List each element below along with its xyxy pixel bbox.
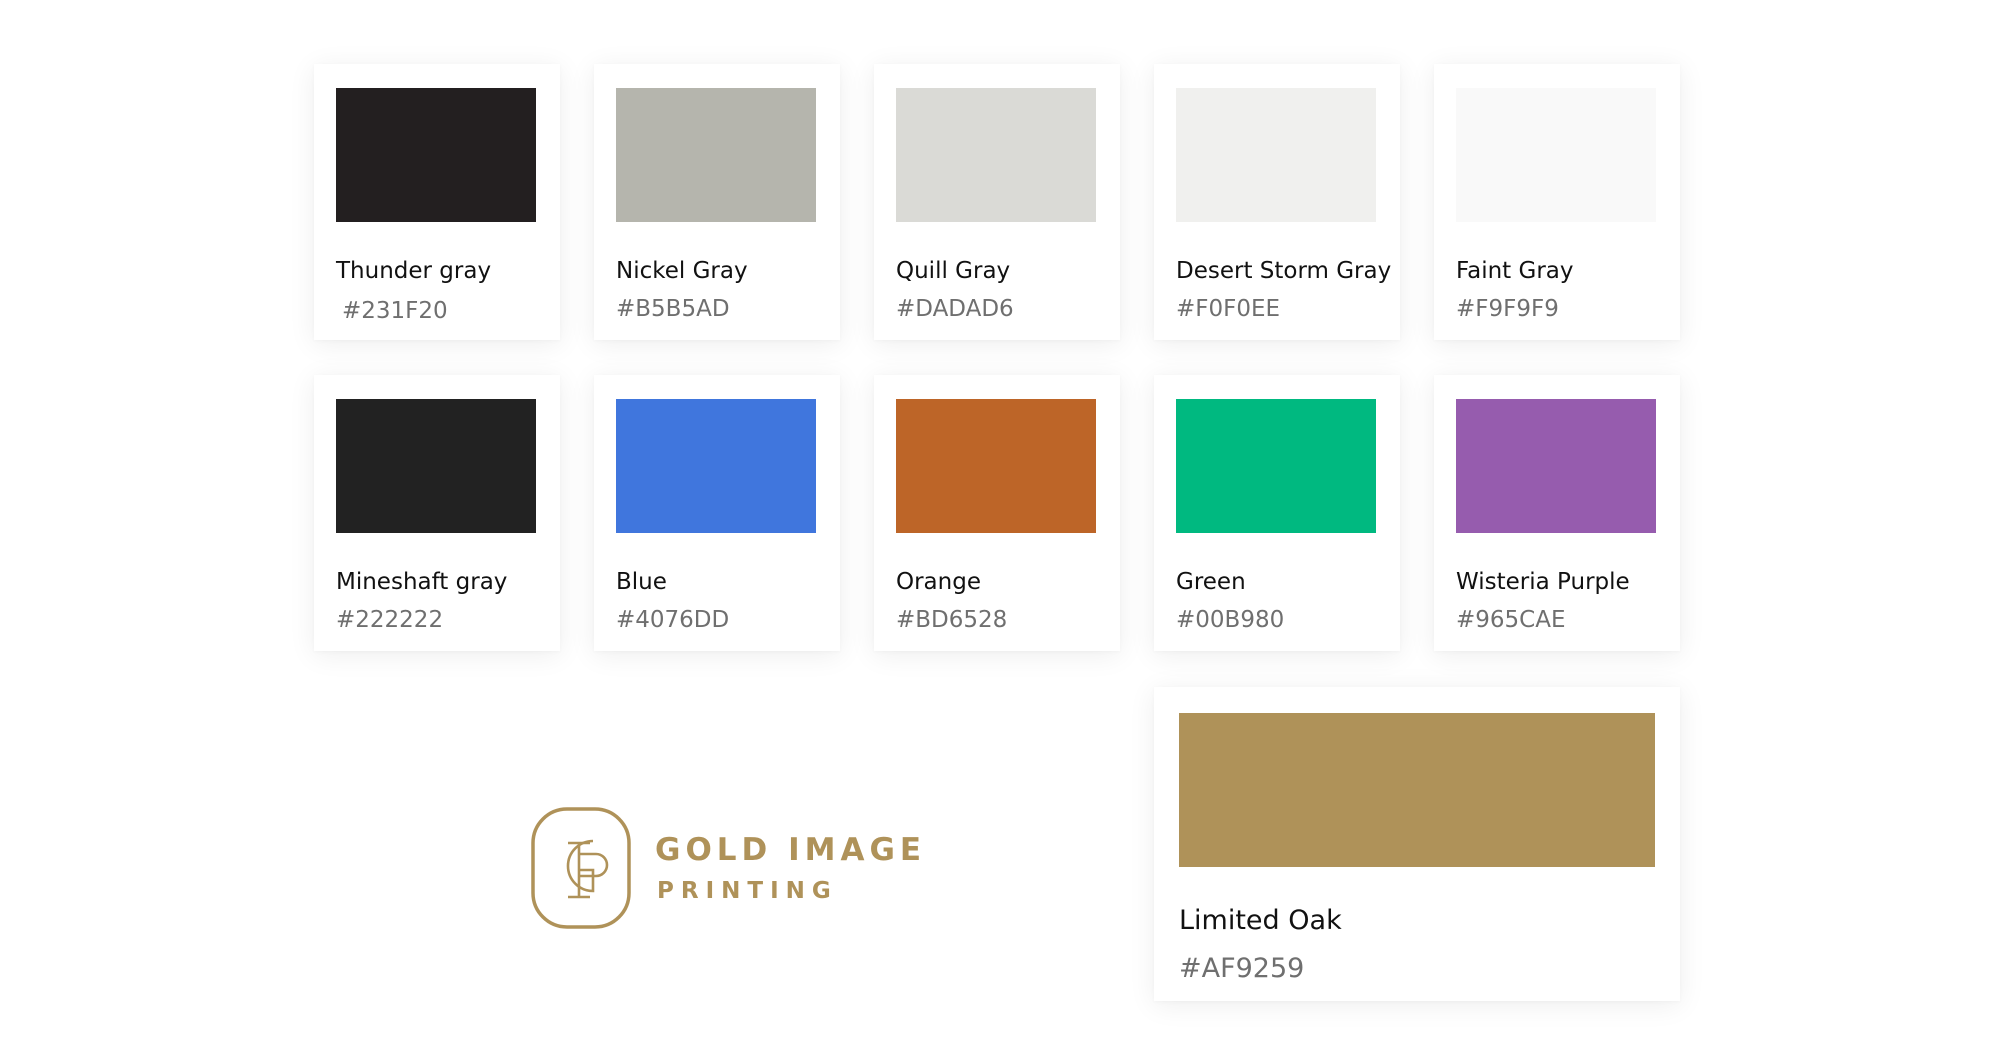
swatch-card-green: Green #00B980 [1154,375,1400,651]
color-swatch [1179,713,1655,867]
color-name: Wisteria Purple [1456,569,1630,595]
color-swatch [1176,88,1376,222]
swatch-card-faint-gray: Faint Gray #F9F9F9 [1434,64,1680,340]
color-name: Mineshaft gray [336,569,508,595]
color-hex: #AF9259 [1179,953,1305,984]
logo-letter-g [566,839,595,893]
swatch-card-limited-oak: Limited Oak #AF9259 [1154,687,1680,1001]
color-hex: #F9F9F9 [1456,296,1559,322]
color-swatch [336,88,536,222]
color-name: Faint Gray [1456,258,1574,284]
color-name: Green [1176,569,1246,595]
color-swatch [1456,399,1656,533]
color-name: Quill Gray [896,258,1011,284]
color-name: Nickel Gray [616,258,748,284]
color-hex: #222222 [336,607,444,633]
color-name: Desert Storm Gray [1176,258,1392,284]
color-hex: #4076DD [616,607,730,633]
color-swatch [616,88,816,222]
color-hex: #F0F0EE [1176,296,1281,322]
color-swatch [896,399,1096,533]
color-swatch [1176,399,1376,533]
swatch-card-orange: Orange #BD6528 [874,375,1120,651]
color-swatch [1456,88,1656,222]
brand-logo: GOLD IMAGE PRINTING [530,806,930,934]
color-hex: #B5B5AD [616,296,730,322]
logo-badge-outline [531,807,631,929]
color-hex: #965CAE [1456,607,1566,633]
swatch-card-desert-storm-gray: Desert Storm Gray #F0F0EE [1154,64,1400,340]
swatch-card-thunder-gray: Thunder gray #231F20 [314,64,560,340]
color-name: Orange [896,569,981,595]
logo-wordmark-line1: GOLD IMAGE [655,832,927,868]
color-hex: #BD6528 [896,607,1008,633]
color-swatch [616,399,816,533]
swatch-card-blue: Blue #4076DD [594,375,840,651]
swatch-card-wisteria-purple: Wisteria Purple #965CAE [1434,375,1680,651]
color-name: Blue [616,569,667,595]
color-hex: #231F20 [342,298,448,324]
gip-monogram-icon [531,807,631,929]
color-swatch [896,88,1096,222]
swatch-card-quill-gray: Quill Gray #DADAD6 [874,64,1120,340]
swatch-card-mineshaft-gray: Mineshaft gray #222222 [314,375,560,651]
swatch-card-nickel-gray: Nickel Gray #B5B5AD [594,64,840,340]
color-hex: #DADAD6 [896,296,1014,322]
color-name: Limited Oak [1179,905,1342,936]
color-swatch [336,399,536,533]
logo-wordmark-line2: PRINTING [657,878,838,904]
color-hex: #00B980 [1176,607,1285,633]
color-name: Thunder gray [336,258,492,284]
